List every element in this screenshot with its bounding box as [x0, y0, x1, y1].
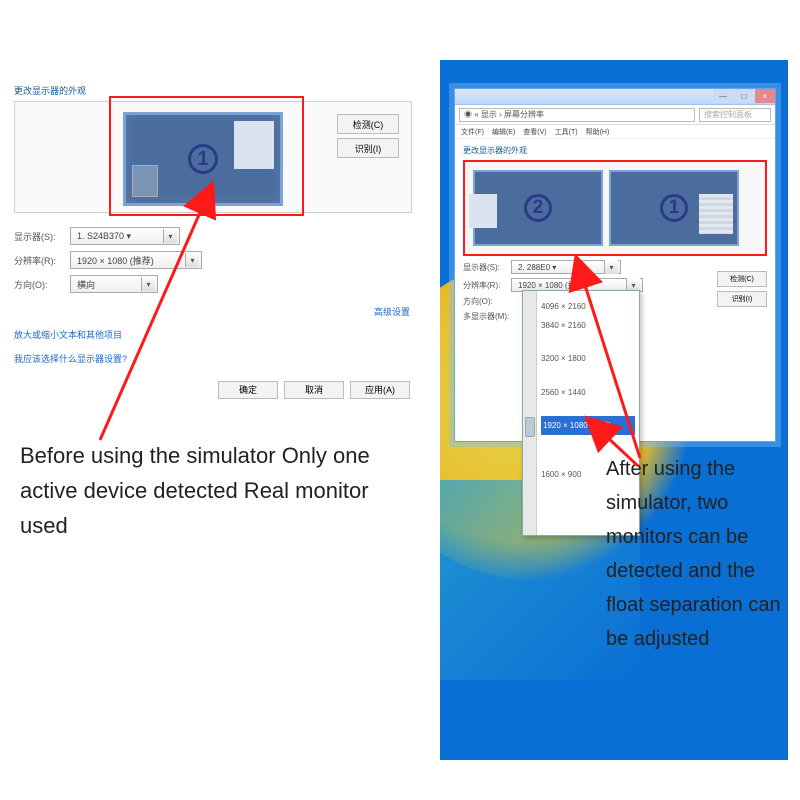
ok-button[interactable]: 确定: [218, 381, 278, 399]
monitor-number: 2: [524, 194, 552, 222]
display-dropdown[interactable]: 2. 288E0 ▾: [511, 260, 621, 274]
caption-before: Before using the simulator Only one acti…: [20, 438, 400, 544]
menu-item[interactable]: 查看(V): [523, 127, 546, 137]
panel-title: 更改显示器的外观: [463, 145, 767, 156]
identify-button[interactable]: 识别(I): [717, 291, 767, 307]
monitor-icon: [469, 194, 497, 228]
detect-button[interactable]: 检测(C): [717, 271, 767, 287]
resolution-dropdown[interactable]: 1920 × 1080 (推荐): [70, 251, 202, 269]
dropdown-value: 2. 288E0 ▾: [518, 263, 556, 272]
caption-after: After using the simulator, two monitors …: [606, 452, 782, 656]
orientation-dropdown[interactable]: 横向: [70, 275, 158, 293]
resolution-option[interactable]: 2560 × 1440: [541, 383, 635, 402]
panel-title: 更改显示器的外观: [14, 84, 432, 97]
dropdown-value: 1920 × 1080 (推荐): [77, 254, 154, 267]
slider-track[interactable]: [523, 291, 537, 535]
identify-button[interactable]: 识别(I): [337, 138, 399, 158]
menu-item[interactable]: 帮助(H): [586, 127, 610, 137]
search-input[interactable]: 搜索控制面板: [699, 108, 771, 122]
before-settings-panel: 更改显示器的外观 1 检测(C) 识别(I) 显示器(S): 1. S24B37…: [14, 84, 432, 414]
advanced-settings-link[interactable]: 高级设置: [14, 305, 432, 318]
annotation-red-box: 2 1: [463, 160, 767, 256]
monitor-number: 1: [188, 144, 218, 174]
minimize-icon[interactable]: —: [713, 89, 733, 103]
field-label: 方向(O):: [14, 278, 70, 291]
monitor-icon: [132, 165, 158, 197]
chevron-down-icon: [185, 253, 199, 267]
field-orientation: 方向(O): 横向: [14, 275, 432, 293]
field-label: 显示器(S):: [14, 230, 70, 243]
monitor-number: 1: [660, 194, 688, 222]
field-display: 显示器(S): 1. S24B370 ▾: [14, 227, 432, 245]
detect-button[interactable]: 检测(C): [337, 114, 399, 134]
monitor-icon: [234, 121, 274, 169]
chevron-down-icon: [604, 260, 618, 274]
field-label: 显示器(S):: [463, 262, 511, 273]
field-label: 分辨率(R):: [463, 280, 511, 291]
chevron-down-icon: [141, 277, 155, 291]
breadcrumb[interactable]: ◉ « 显示 › 屏幕分辨率: [459, 108, 695, 122]
display-dropdown[interactable]: 1. S24B370 ▾: [70, 227, 180, 245]
field-label: 分辨率(R):: [14, 254, 70, 267]
monitor-preview-area: 1 检测(C) 识别(I): [14, 101, 412, 213]
dialog-buttons: 确定 取消 应用(A): [14, 381, 432, 399]
monitor-thumbnail-2[interactable]: 2: [473, 170, 603, 246]
dropdown-value: 横向: [77, 278, 95, 291]
resolution-option[interactable]: 3840 × 2160: [541, 316, 635, 335]
help-link[interactable]: 我应该选择什么显示器设置?: [14, 352, 432, 366]
resolution-option[interactable]: 3200 × 1800: [541, 349, 635, 368]
resolution-option[interactable]: 4096 × 2160: [541, 297, 635, 316]
monitor-icon: [699, 194, 733, 234]
help-link[interactable]: 放大或缩小文本和其他项目: [14, 328, 432, 342]
field-label: 多显示器(M):: [463, 311, 511, 322]
dropdown-value: 1920 × 1080 (推荐): [518, 280, 586, 291]
window-controls: — □ ×: [713, 89, 775, 103]
address-bar-row: ◉ « 显示 › 屏幕分辨率 搜索控制面板: [455, 105, 775, 125]
slider-thumb[interactable]: [525, 417, 535, 437]
menu-item[interactable]: 工具(T): [555, 127, 578, 137]
monitor-thumbnail[interactable]: 1: [123, 112, 283, 206]
menu-item[interactable]: 编辑(E): [492, 127, 515, 137]
maximize-icon[interactable]: □: [734, 89, 754, 103]
close-icon[interactable]: ×: [755, 89, 775, 103]
window-titlebar[interactable]: — □ ×: [455, 89, 775, 105]
apply-button[interactable]: 应用(A): [350, 381, 410, 399]
monitor-thumbnail-1[interactable]: 1: [609, 170, 739, 246]
field-resolution: 分辨率(R): 1920 × 1080 (推荐): [14, 251, 432, 269]
menu-item[interactable]: 文件(F): [461, 127, 484, 137]
menu-bar: 文件(F) 编辑(E) 查看(V) 工具(T) 帮助(H): [455, 125, 775, 139]
chevron-down-icon: [163, 229, 177, 243]
resolution-option-selected[interactable]: 1920 × 1080 (推荐): [541, 416, 635, 435]
cancel-button[interactable]: 取消: [284, 381, 344, 399]
dropdown-value: 1. S24B370 ▾: [77, 231, 131, 242]
field-label: 方向(O):: [463, 296, 511, 307]
